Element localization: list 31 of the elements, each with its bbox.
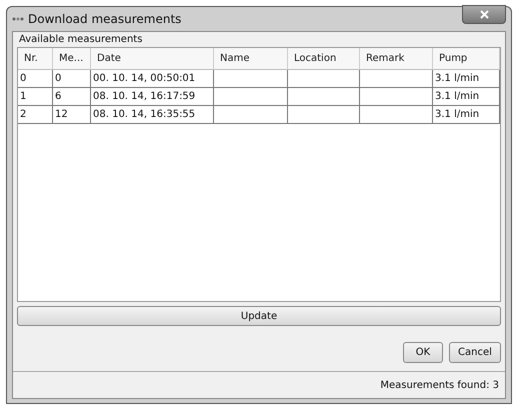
status-text: Measurements found: 3 [380, 380, 499, 390]
ok-button[interactable]: OK [403, 342, 443, 363]
table-cell: 0 [53, 70, 91, 88]
window-title: Download measurements [28, 12, 182, 26]
column-header[interactable]: Name [214, 48, 288, 70]
column-header[interactable]: Nr. [18, 48, 53, 70]
table-cell [288, 106, 360, 124]
column-header[interactable]: Location [288, 48, 360, 70]
column-header[interactable]: Me... [53, 48, 91, 70]
table-cell: 08. 10. 14, 16:35:55 [91, 106, 214, 124]
close-icon [480, 10, 488, 18]
table-cell: 0 [18, 70, 53, 88]
table-cell: 6 [53, 88, 91, 106]
table-cell: 3.1 l/min [433, 106, 500, 124]
cancel-button[interactable]: Cancel [449, 342, 501, 363]
table-cell: 2 [18, 106, 53, 124]
table-cell [288, 88, 360, 106]
table-cell: 3.1 l/min [433, 70, 500, 88]
table-cell: 1 [18, 88, 53, 106]
close-button[interactable] [462, 4, 506, 24]
column-header[interactable]: Remark [360, 48, 433, 70]
group-label: Available measurements [18, 34, 144, 47]
app-icon [12, 15, 24, 23]
table-cell: 08. 10. 14, 16:17:59 [91, 88, 214, 106]
update-button[interactable]: Update [17, 306, 501, 326]
table-cell [288, 70, 360, 88]
table-cell: 3.1 l/min [433, 88, 500, 106]
table-cell: 12 [53, 106, 91, 124]
column-header[interactable]: Date [91, 48, 214, 70]
column-header[interactable]: Pump [433, 48, 500, 70]
table-cell: 00. 10. 14, 00:50:01 [91, 70, 214, 88]
